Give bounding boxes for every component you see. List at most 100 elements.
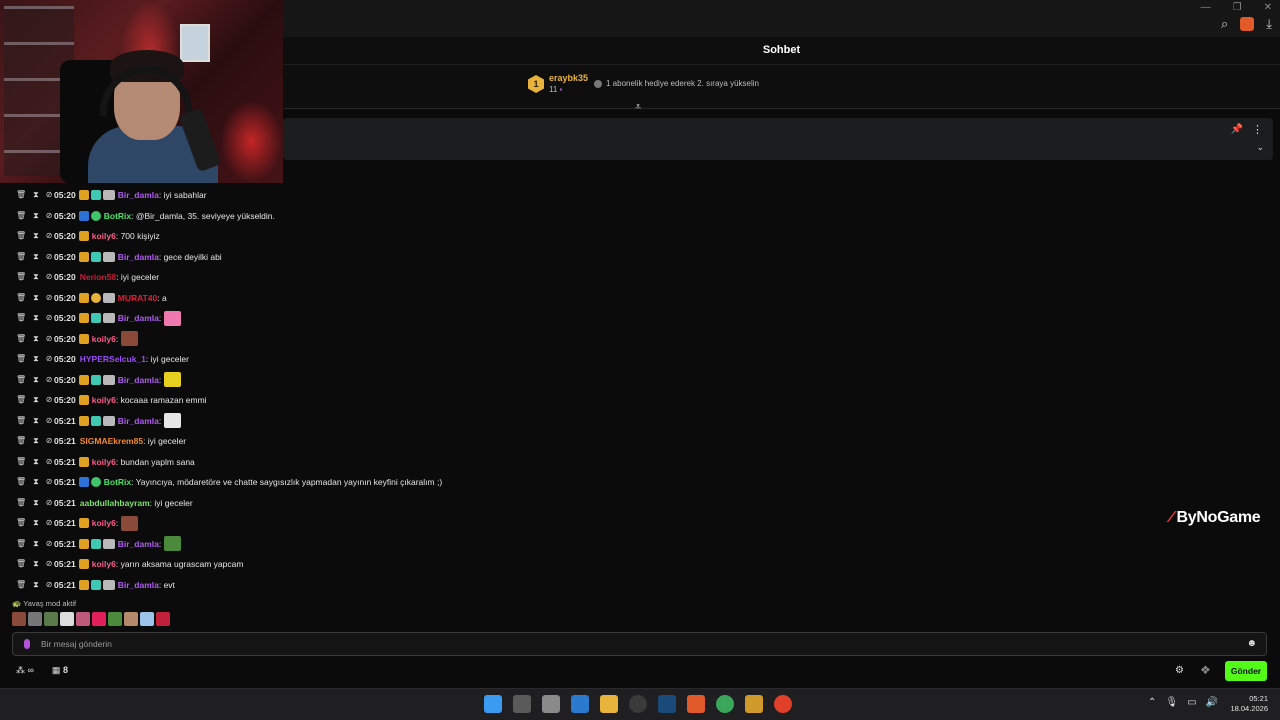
delete-icon[interactable]: 🗑 [16, 190, 26, 200]
message-username[interactable]: MURAT40 [118, 293, 158, 303]
minimize-icon[interactable]: — [1201, 0, 1211, 16]
delete-icon[interactable]: 🗑 [16, 580, 26, 590]
timeout-icon[interactable]: ⧗ [33, 498, 39, 508]
message-username[interactable]: Nerion58 [80, 272, 116, 282]
timeout-icon[interactable]: ⧗ [33, 477, 39, 487]
zoom-icon[interactable]: ⌕ [1221, 16, 1228, 32]
close-icon[interactable]: ✕ [1264, 0, 1272, 16]
ban-icon[interactable]: ⊘ [46, 354, 53, 364]
ban-icon[interactable]: ⊘ [46, 580, 53, 590]
brave-icon[interactable] [687, 695, 705, 713]
ban-icon[interactable]: ⊘ [46, 190, 53, 200]
volume-icon[interactable]: 🔊 [1206, 697, 1218, 708]
emote-icon[interactable] [44, 612, 58, 626]
ban-icon[interactable]: ⊘ [46, 457, 53, 467]
emote-icon[interactable] [108, 612, 122, 626]
timeout-icon[interactable]: ⧗ [33, 457, 39, 467]
microphone-icon[interactable] [24, 639, 30, 649]
leaderboard-username[interactable]: eraybk35 [549, 73, 588, 83]
send-button[interactable]: Gönder [1225, 661, 1267, 681]
timeout-icon[interactable]: ⧗ [33, 539, 39, 549]
microphone-icon[interactable]: 🎙 [1165, 697, 1178, 708]
emote-icon[interactable] [28, 612, 42, 626]
delete-icon[interactable]: 🗑 [16, 231, 26, 241]
delete-icon[interactable]: 🗑 [16, 293, 26, 303]
message-username[interactable]: koily6 [92, 518, 116, 528]
delete-icon[interactable]: 🗑 [16, 395, 26, 405]
users-infinity-icon[interactable]: ⁂ ∞ [16, 665, 34, 676]
ban-icon[interactable]: ⊘ [46, 313, 53, 323]
task-view-icon[interactable] [513, 695, 531, 713]
delete-icon[interactable]: 🗑 [16, 354, 26, 364]
pinned-message[interactable]: 📌 ⋮ ⌄ [283, 118, 1273, 160]
message-input[interactable] [41, 637, 1221, 651]
ban-icon[interactable]: ⊘ [46, 436, 53, 446]
obs-icon[interactable] [629, 695, 647, 713]
settings-icon[interactable]: ⚙ [1175, 665, 1184, 676]
message-username[interactable]: BotRix [104, 211, 131, 221]
ban-icon[interactable]: ⊘ [46, 416, 53, 426]
timeout-icon[interactable]: ⧗ [33, 518, 39, 528]
message-username[interactable]: Bir_damla [118, 190, 159, 200]
photos-icon[interactable] [571, 695, 589, 713]
delete-icon[interactable]: 🗑 [16, 539, 26, 549]
timeout-icon[interactable]: ⧗ [33, 293, 39, 303]
more-options-icon[interactable]: ⋮ [1252, 123, 1263, 136]
message-username[interactable]: Bir_damla [118, 252, 159, 262]
emote-icon[interactable] [60, 612, 74, 626]
delete-icon[interactable]: 🗑 [16, 559, 26, 569]
gift-subs-icon[interactable]: ❖ [1200, 663, 1211, 677]
delete-icon[interactable]: 🗑 [16, 416, 26, 426]
ban-icon[interactable]: ⊘ [46, 539, 53, 549]
message-username[interactable]: Bir_damla [118, 580, 159, 590]
chrome-icon[interactable] [774, 695, 792, 713]
app-icon[interactable] [745, 695, 763, 713]
delete-icon[interactable]: 🗑 [16, 272, 26, 282]
message-username[interactable]: Bir_damla [118, 539, 159, 549]
ban-icon[interactable]: ⊘ [46, 231, 53, 241]
message-username[interactable]: koily6 [92, 559, 116, 569]
timeout-icon[interactable]: ⧗ [33, 211, 39, 221]
chevron-up-icon[interactable]: ⌃ [1148, 697, 1156, 708]
chevron-down-icon[interactable]: ⌄ [1256, 142, 1264, 153]
timeout-icon[interactable]: ⧗ [33, 272, 39, 282]
windows-start-icon[interactable] [484, 695, 502, 713]
store-counter[interactable]: ▦ 8 [52, 665, 68, 676]
message-username[interactable]: koily6 [92, 395, 116, 405]
maximize-icon[interactable]: ❐ [1233, 0, 1242, 16]
ban-icon[interactable]: ⊘ [46, 518, 53, 528]
display-icon[interactable]: ▭ [1187, 697, 1196, 708]
message-username[interactable]: Bir_damla [118, 313, 159, 323]
timeout-icon[interactable]: ⧗ [33, 375, 39, 385]
timeout-icon[interactable]: ⧗ [33, 395, 39, 405]
timeout-icon[interactable]: ⧗ [33, 231, 39, 241]
delete-icon[interactable]: 🗑 [16, 252, 26, 262]
message-username[interactable]: SIGMAEkrem85 [80, 436, 143, 446]
ban-icon[interactable]: ⊘ [46, 375, 53, 385]
delete-icon[interactable]: 🗑 [16, 313, 26, 323]
emote-icon[interactable] [140, 612, 154, 626]
ban-icon[interactable]: ⊘ [46, 395, 53, 405]
ban-icon[interactable]: ⊘ [46, 477, 53, 487]
timeout-icon[interactable]: ⧗ [33, 252, 39, 262]
taskbar-clock[interactable]: 05:21 18.04.2026 [1230, 694, 1268, 714]
timeout-icon[interactable]: ⧗ [33, 190, 39, 200]
delete-icon[interactable]: 🗑 [16, 518, 26, 528]
delete-icon[interactable]: 🗑 [16, 334, 26, 344]
file-explorer-icon[interactable] [600, 695, 618, 713]
ban-icon[interactable]: ⊘ [46, 498, 53, 508]
ban-icon[interactable]: ⊘ [46, 293, 53, 303]
timeout-icon[interactable]: ⧗ [33, 436, 39, 446]
emoji-icon[interactable]: ☻ [1246, 638, 1257, 649]
message-username[interactable]: koily6 [92, 334, 116, 344]
chrome-icon[interactable] [716, 695, 734, 713]
message-username[interactable]: Bir_damla [118, 375, 159, 385]
ban-icon[interactable]: ⊘ [46, 272, 53, 282]
delete-icon[interactable]: 🗑 [16, 477, 26, 487]
timeout-icon[interactable]: ⧗ [33, 313, 39, 323]
timeout-icon[interactable]: ⧗ [33, 354, 39, 364]
delete-icon[interactable]: 🗑 [16, 498, 26, 508]
emote-icon[interactable] [12, 612, 26, 626]
ban-icon[interactable]: ⊘ [46, 211, 53, 221]
download-icon[interactable]: ⤓ [1266, 16, 1272, 32]
